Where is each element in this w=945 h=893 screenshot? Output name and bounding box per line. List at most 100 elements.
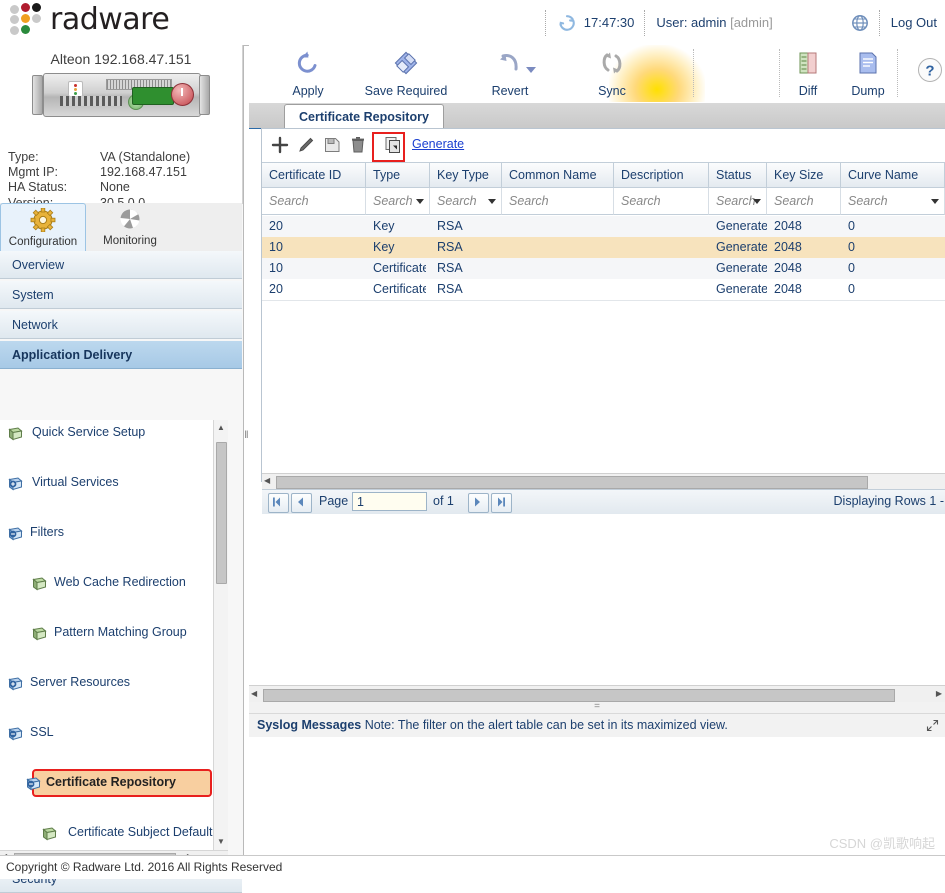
tree-item-server-resources[interactable]: Server Resources [0, 670, 228, 695]
page-number-input[interactable]: 1 [352, 492, 427, 511]
revert-chevron-down-icon[interactable] [526, 67, 536, 73]
scroll-up-arrow-icon[interactable]: ▲ [214, 420, 228, 436]
scrollbar-thumb[interactable] [276, 476, 868, 489]
logout-link[interactable]: Log Out [891, 15, 945, 30]
accordion-label: Application Delivery [12, 348, 133, 362]
column-header-key-size[interactable]: Key Size [767, 162, 841, 188]
tree-vertical-scrollbar[interactable]: ▲ ▼ [213, 420, 228, 850]
search-input-certificate-id[interactable]: Search [262, 188, 366, 215]
revert-label: Revert [491, 84, 529, 98]
field-value: 192.168.47.151 [100, 165, 187, 180]
help-question-icon[interactable]: ? [917, 57, 943, 86]
sync-button[interactable]: Sync [576, 45, 648, 102]
chassis-body [43, 73, 201, 117]
delete-trash-icon[interactable] [348, 135, 368, 155]
table-row[interactable]: 10 Certificate RSA Generate 2048 0 F [262, 258, 945, 279]
sidebar-item-application-delivery[interactable]: Application Delivery [0, 341, 242, 369]
tree-item-virtual-services[interactable]: Virtual Services [0, 470, 228, 495]
header-label: Description [621, 168, 684, 182]
cell-certificate-id: 10 [269, 261, 283, 275]
dump-button[interactable]: Dump [832, 45, 904, 102]
cell-key-type: RSA [437, 219, 463, 233]
scrollbar-thumb[interactable] [263, 689, 895, 702]
table-horizontal-scrollbar[interactable]: ◀ [262, 473, 945, 490]
search-input-curve-name[interactable]: Search [841, 188, 945, 215]
tree-item-pattern-matching-group[interactable]: Pattern Matching Group [0, 620, 228, 645]
mode-tab-configuration[interactable]: Configuration [0, 203, 86, 252]
sidebar-item-overview[interactable]: Overview [0, 251, 242, 279]
revert-button[interactable]: Revert [474, 45, 546, 102]
header-label: Type [373, 168, 401, 182]
cell-type: Certificate [373, 261, 426, 275]
save-required-button[interactable]: Save Required [348, 45, 464, 102]
chevron-down-icon[interactable] [931, 199, 939, 204]
search-placeholder: Search [774, 194, 814, 208]
tree-item-filters[interactable]: Filters [0, 520, 228, 545]
search-input-type[interactable]: Search [366, 188, 430, 215]
plus-folder-icon[interactable] [8, 475, 23, 491]
table-row[interactable]: 20 Key RSA Generate 2048 0 [262, 216, 945, 237]
edit-pencil-icon[interactable] [296, 135, 316, 155]
tree-item-web-cache-redirection[interactable]: Web Cache Redirection [0, 570, 228, 595]
column-header-description[interactable]: Description [614, 162, 709, 188]
apply-button[interactable]: Apply [272, 45, 344, 102]
tab-certificate-repository[interactable]: Certificate Repository [284, 104, 444, 129]
maximize-icon[interactable] [926, 719, 939, 732]
grid-action-toolbar: Generate [262, 129, 945, 162]
syslog-resize-grip[interactable]: = [249, 702, 945, 713]
previous-page-button[interactable] [291, 493, 312, 513]
sidebar-item-network[interactable]: Network [0, 311, 242, 339]
minus-folder-icon[interactable] [8, 725, 23, 741]
divider [544, 9, 547, 36]
scroll-left-arrow-icon[interactable]: ◀ [251, 689, 257, 698]
scroll-down-arrow-icon[interactable]: ▼ [214, 834, 228, 850]
tree-item-certificate-subject-default[interactable]: Certificate Subject Default [0, 820, 228, 845]
sidebar-item-system[interactable]: System [0, 281, 242, 309]
search-input-status[interactable]: Search [709, 188, 767, 215]
column-header-curve-name[interactable]: Curve Name [841, 162, 945, 188]
last-page-button[interactable] [491, 493, 512, 513]
scrollbar-thumb[interactable] [216, 442, 227, 584]
column-header-key-type[interactable]: Key Type [430, 162, 502, 188]
chassis-ear-left [32, 75, 43, 115]
add-icon[interactable] [270, 135, 290, 155]
column-header-status[interactable]: Status [709, 162, 767, 188]
column-header-type[interactable]: Type [366, 162, 430, 188]
tree-item-quick-service-setup[interactable]: Quick Service Setup [0, 420, 228, 445]
search-input-key-type[interactable]: Search [430, 188, 502, 215]
generate-link[interactable]: Generate [412, 137, 464, 151]
chevron-down-icon[interactable] [416, 199, 424, 204]
search-input-common-name[interactable]: Search [502, 188, 614, 215]
scroll-right-arrow-icon[interactable]: ▶ [936, 689, 942, 698]
save-disk-icon[interactable] [322, 135, 342, 155]
column-header-common-name[interactable]: Common Name [502, 162, 614, 188]
table-row[interactable]: 10 Key RSA Generate 2048 0 [262, 237, 945, 258]
cell-key-size: 2048 [774, 261, 802, 275]
next-page-button[interactable] [468, 493, 489, 513]
chevron-down-icon[interactable] [753, 199, 761, 204]
displaying-rows-label: Displaying Rows 1 - [833, 494, 944, 508]
search-input-key-size[interactable]: Search [767, 188, 841, 215]
plus-folder-icon[interactable] [8, 675, 23, 691]
apply-label: Apply [292, 84, 324, 98]
minus-folder-icon[interactable] [8, 525, 23, 541]
refresh-icon[interactable] [557, 13, 577, 33]
certificate-repository-panel: Generate Certificate ID Type Key Type Co… [261, 128, 945, 514]
table-row[interactable]: 20 Certificate RSA Generate 2048 0 S [262, 279, 945, 300]
column-header-certificate-id[interactable]: Certificate ID [262, 162, 366, 188]
cell-description [614, 279, 709, 300]
cell-status: Generate [716, 261, 767, 275]
tree-item-ssl[interactable]: SSL [0, 720, 228, 745]
sync-label: Sync [598, 84, 626, 98]
chevron-down-icon[interactable] [488, 199, 496, 204]
mode-tab-monitoring[interactable]: Monitoring [88, 203, 172, 250]
search-input-description[interactable]: Search [614, 188, 709, 215]
minus-folder-icon[interactable] [26, 775, 41, 791]
cell-certificate-id: 20 [269, 219, 283, 233]
tree-item-certificate-repository[interactable]: Certificate Repository [0, 769, 228, 797]
leaf-page-icon [32, 625, 47, 641]
header-label: Curve Name [848, 168, 919, 182]
scroll-left-arrow-icon[interactable]: ◀ [264, 476, 270, 485]
globe-icon[interactable] [851, 14, 869, 32]
first-page-button[interactable] [268, 493, 289, 513]
